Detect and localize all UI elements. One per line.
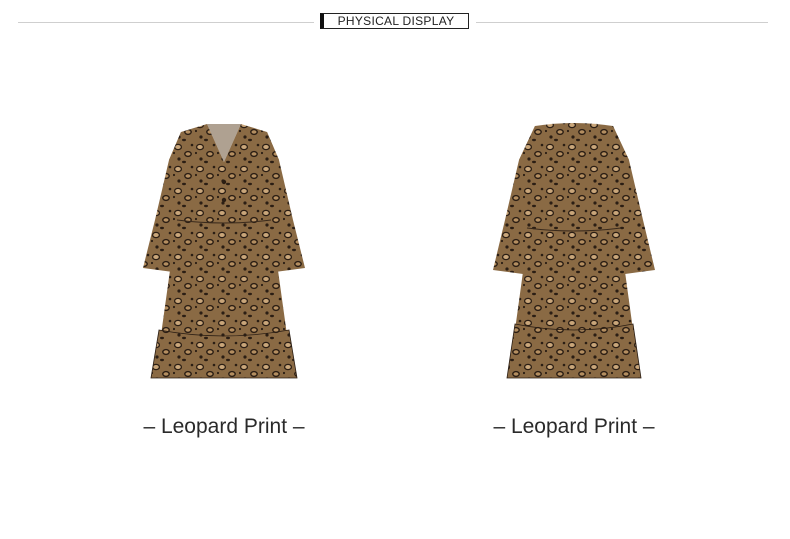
product-caption-front: – Leopard Print – (143, 415, 305, 438)
product-card-front: – Leopard Print – (104, 110, 344, 450)
leopard-dress-front-icon (143, 124, 305, 379)
leopard-dress-back-icon (493, 123, 655, 379)
header-divider-left (18, 22, 314, 23)
product-card-back: – Leopard Print – (454, 110, 694, 450)
header-divider-right (476, 22, 768, 23)
section-title: PHYSICAL DISPLAY (320, 13, 469, 29)
product-caption-back: – Leopard Print – (493, 415, 655, 438)
